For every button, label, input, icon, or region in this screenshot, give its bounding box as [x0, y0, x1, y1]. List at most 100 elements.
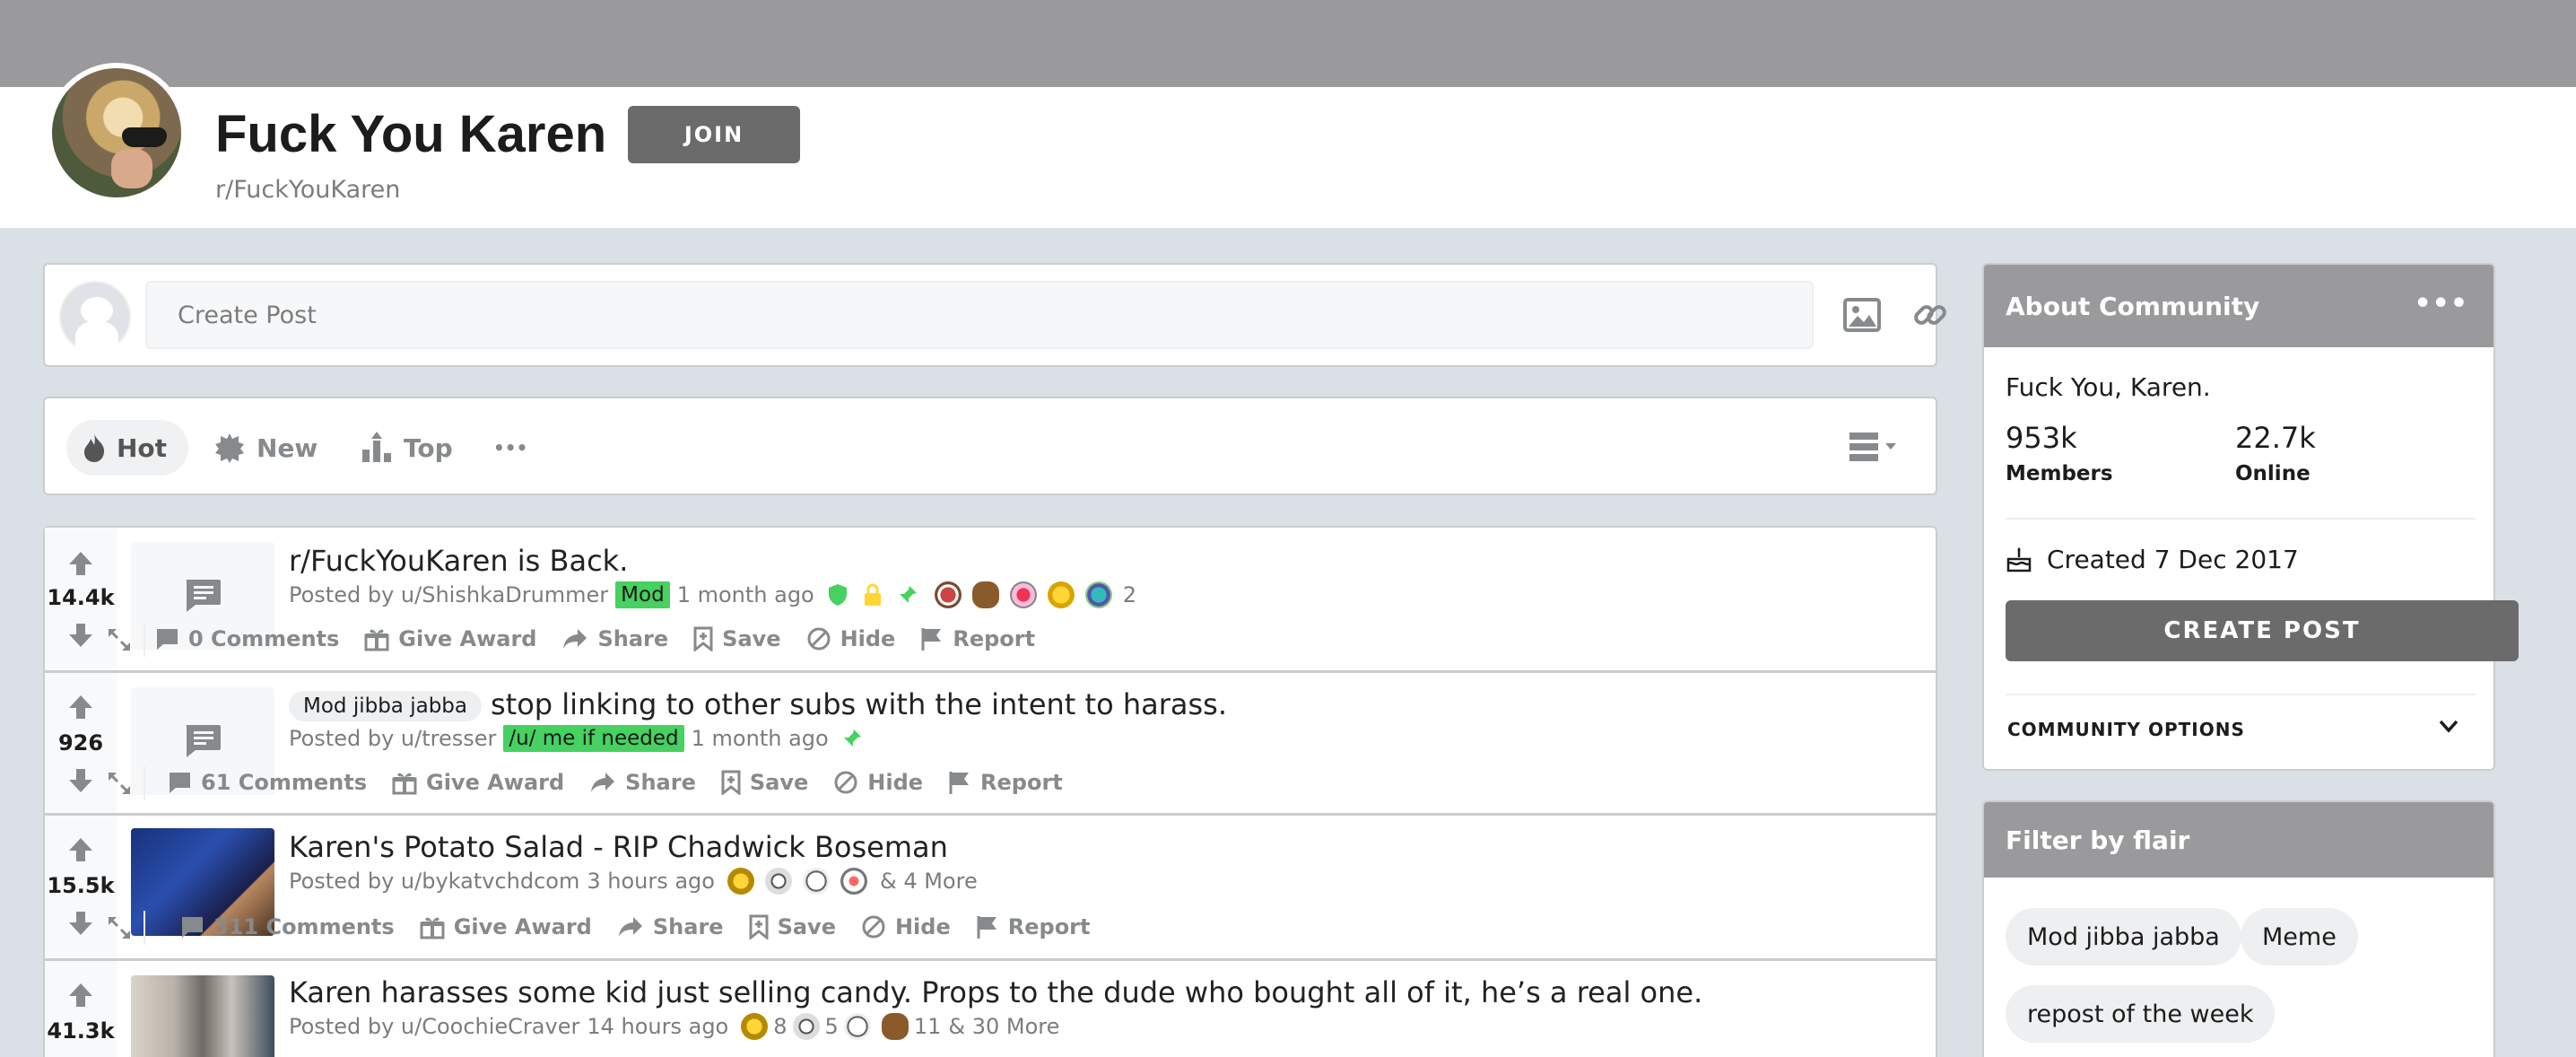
hide-button[interactable]: Hide: [861, 914, 951, 939]
post-author[interactable]: Posted by u/ShishkaDrummer: [289, 582, 608, 607]
community-banner: [0, 0, 2576, 87]
post-time: 14 hours ago: [587, 1014, 729, 1039]
view-layout-dropdown[interactable]: [1839, 420, 1910, 474]
community-options-toggle[interactable]: COMMUNITY OPTIONS: [2007, 719, 2245, 740]
upvote-arrow-icon[interactable]: [66, 835, 95, 864]
award-trophy-icon[interactable]: [741, 1013, 769, 1040]
community-name: r/FuckYouKaren: [215, 176, 401, 204]
chevron-down-icon[interactable]: [2436, 713, 2461, 738]
upvote-arrow-icon[interactable]: [66, 549, 95, 578]
give-award-button[interactable]: Give Award: [364, 626, 536, 651]
community-avatar[interactable]: [47, 63, 187, 203]
hide-button[interactable]: Hide: [806, 626, 896, 651]
about-community-header: About Community •••: [1984, 265, 2493, 347]
award-sun-icon[interactable]: [1047, 581, 1075, 608]
report-label: Report: [980, 770, 1063, 795]
post-author[interactable]: Posted by u/CoochieCraver: [289, 1014, 579, 1039]
award-wink-icon[interactable]: [802, 868, 830, 895]
award-bear-icon[interactable]: [971, 581, 999, 608]
user-avatar[interactable]: [59, 281, 131, 353]
post-actions: 61 Comments Give Award Share Save Hide R…: [108, 766, 1088, 800]
join-button[interactable]: JOIN: [628, 106, 800, 163]
give-award-button[interactable]: Give Award: [392, 770, 564, 795]
comments-button[interactable]: 311 Comments: [179, 914, 395, 939]
image-upload-icon[interactable]: [1835, 288, 1889, 342]
sort-hot-tab[interactable]: Hot: [66, 420, 189, 476]
award-hands-icon[interactable]: [792, 1013, 820, 1040]
give-award-label: Give Award: [398, 626, 537, 651]
comments-button[interactable]: 61 Comments: [167, 770, 367, 795]
award-faces-icon[interactable]: [1084, 581, 1112, 608]
downvote-arrow-icon[interactable]: [66, 621, 95, 650]
award-count: 8: [773, 1014, 788, 1039]
comments-button[interactable]: 0 Comments: [154, 626, 339, 651]
more-options-icon[interactable]: •••: [2414, 288, 2468, 319]
expand-icon[interactable]: [106, 626, 133, 653]
create-post-input[interactable]: Create Post: [145, 281, 1814, 349]
create-post-button[interactable]: CREATE POST: [2006, 600, 2519, 661]
save-button[interactable]: Save: [721, 770, 808, 795]
downvote-arrow-icon[interactable]: [66, 909, 95, 938]
vote-column: 41.3k: [45, 961, 117, 1057]
post-title[interactable]: stop linking to other subs with the inte…: [491, 687, 1227, 721]
award-cake-icon[interactable]: [934, 581, 962, 608]
upvote-arrow-icon[interactable]: [66, 693, 95, 721]
post-row[interactable]: 15.5k Karen's Potato Salad - RIP Chadwic…: [43, 814, 1937, 960]
mod-shield-icon: [828, 584, 847, 606]
post-author[interactable]: Posted by u/tresser: [289, 726, 496, 751]
post-title-line: Mod jibba jabba stop linking to other sub…: [289, 687, 1227, 721]
post-actions: 311 Comments Give Award Share Save Hide …: [108, 911, 1115, 945]
comment-icon: [181, 917, 203, 938]
post-row[interactable]: 41.3k Karen harasses some kid just selli…: [43, 959, 1937, 1057]
hide-button[interactable]: Hide: [833, 770, 923, 795]
link-icon[interactable]: [1903, 288, 1957, 342]
save-button[interactable]: Save: [693, 626, 781, 651]
hide-label: Hide: [867, 770, 924, 795]
post-image-thumbnail[interactable]: [131, 975, 274, 1057]
post-flair[interactable]: Mod jibba jabba: [289, 691, 482, 721]
save-button[interactable]: Save: [749, 914, 836, 939]
post-author[interactable]: Posted by u/bykatvchdcom: [289, 869, 579, 894]
flair-filter-mod-jibba-jabba[interactable]: Mod jibba jabba: [2006, 908, 2241, 965]
expand-icon[interactable]: [106, 770, 133, 797]
hide-label: Hide: [840, 626, 896, 651]
award-trophy-icon[interactable]: [727, 868, 754, 895]
sort-new-tab[interactable]: New: [213, 420, 318, 476]
post-time: 3 hours ago: [587, 869, 715, 894]
post-meta: Posted by u/ShishkaDrummer Mod 1 month a…: [289, 581, 1136, 608]
report-button[interactable]: Report: [948, 770, 1063, 795]
card-view-icon: [1849, 432, 1896, 461]
post-row[interactable]: 926 Mod jibba jabba stop linking to other…: [43, 671, 1937, 815]
cake-icon: [2006, 546, 2032, 572]
post-row[interactable]: 14.4k r/FuckYouKaren is Back. Posted by …: [43, 526, 1937, 672]
more-awards[interactable]: & 4 More: [880, 869, 978, 894]
sort-more-button[interactable]: •••: [493, 420, 527, 476]
post-title[interactable]: r/FuckYouKaren is Back.: [289, 544, 628, 578]
sort-top-tab[interactable]: Top: [361, 420, 453, 476]
bookmark-icon: [721, 770, 741, 795]
award-hands-icon[interactable]: [764, 868, 792, 895]
award-face-icon[interactable]: [840, 868, 867, 895]
comments-label: 311 Comments: [213, 914, 395, 939]
award-heart-icon[interactable]: [1009, 581, 1037, 608]
share-button[interactable]: Share: [589, 770, 696, 795]
upvote-arrow-icon[interactable]: [66, 981, 95, 1009]
downvote-arrow-icon[interactable]: [66, 766, 95, 795]
award-bear-icon[interactable]: [881, 1013, 909, 1040]
post-title[interactable]: Karen's Potato Salad - RIP Chadwick Bose…: [289, 830, 948, 864]
share-button[interactable]: Share: [617, 914, 724, 939]
give-award-button[interactable]: Give Award: [420, 914, 592, 939]
hide-circle-slash-icon: [807, 627, 831, 651]
report-button[interactable]: Report: [920, 626, 1035, 651]
report-button[interactable]: Report: [976, 914, 1091, 939]
flair-filter-repost-of-the-week[interactable]: repost of the week: [2006, 985, 2276, 1043]
award-wink-icon[interactable]: [843, 1013, 871, 1040]
share-button[interactable]: Share: [561, 626, 668, 651]
expand-icon[interactable]: [106, 914, 133, 941]
flair-filter-meme[interactable]: Meme: [2241, 908, 2358, 965]
divider: [2006, 518, 2476, 520]
avatar-head: [81, 297, 113, 324]
post-title[interactable]: Karen harasses some kid just selling can…: [289, 975, 1702, 1009]
report-label: Report: [1007, 914, 1091, 939]
more-awards[interactable]: & 30 More: [948, 1014, 1059, 1039]
